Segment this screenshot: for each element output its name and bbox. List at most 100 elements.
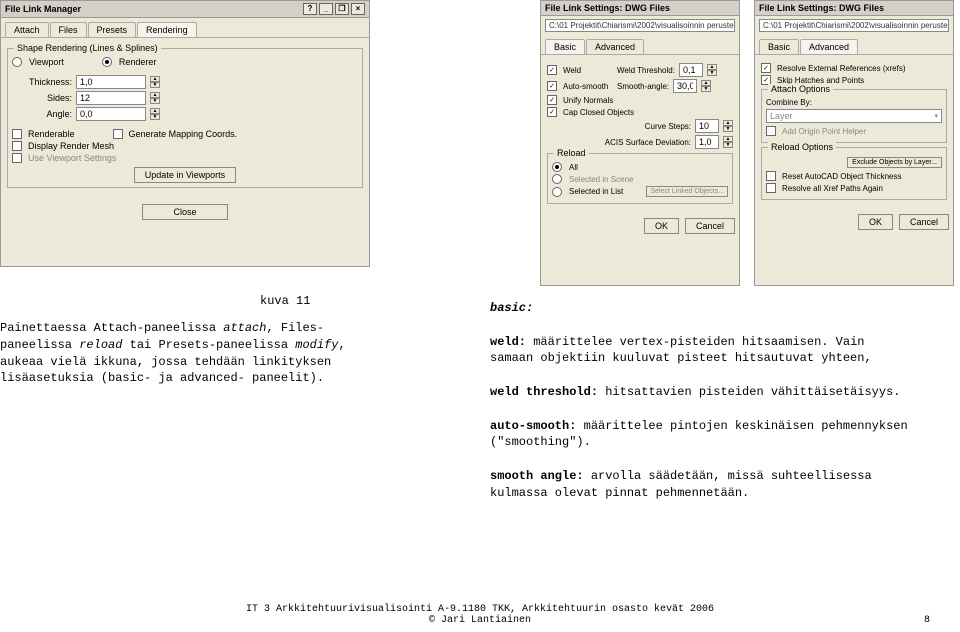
dwg2-ok-button[interactable]: OK — [858, 214, 893, 230]
spin-down-icon[interactable]: ▼ — [150, 98, 160, 104]
thickness-input[interactable] — [76, 75, 146, 89]
reload-scene-label: Selected in Scene — [569, 175, 634, 184]
resolvexref-checkbox[interactable] — [766, 183, 776, 193]
dwg2-titlebar[interactable]: File Link Settings: DWG Files — [755, 1, 953, 16]
displaymesh-label: Display Render Mesh — [28, 141, 114, 151]
tab-presets[interactable]: Presets — [88, 22, 137, 37]
addhelper-checkbox[interactable] — [766, 126, 776, 136]
spin-down-icon[interactable]: ▼ — [150, 82, 160, 88]
displaymesh-checkbox[interactable] — [12, 141, 22, 151]
usevp-checkbox[interactable] — [12, 153, 22, 163]
dwg2-path[interactable]: C:\01 Projektit\Chiarismi\2002\visualiso… — [759, 19, 949, 32]
angle-input[interactable] — [76, 107, 146, 121]
smoothang-input[interactable] — [673, 79, 697, 93]
flm-close-button[interactable]: Close — [142, 204, 227, 220]
reload-list-radio[interactable] — [552, 187, 562, 197]
dwg1-titlebar[interactable]: File Link Settings: DWG Files — [541, 1, 739, 16]
spin-down-icon[interactable]: ▼ — [707, 70, 717, 76]
dwg1-tab-advanced[interactable]: Advanced — [586, 39, 644, 54]
reset-checkbox[interactable] — [766, 171, 776, 181]
thickness-label: Thickness: — [12, 77, 72, 87]
reload-scene-radio[interactable] — [552, 174, 562, 184]
dwg-settings-advanced-dialog: File Link Settings: DWG Files C:\01 Proj… — [754, 0, 954, 286]
genmap-checkbox[interactable] — [113, 129, 123, 139]
tab-rendering[interactable]: Rendering — [137, 22, 197, 37]
dwg1-path[interactable]: C:\01 Projektit\Chiarismi\2002\visualiso… — [545, 19, 735, 32]
unify-checkbox[interactable]: ✓ — [547, 95, 557, 105]
flm-title: File Link Manager — [5, 4, 303, 14]
reload-list-label: Selected in List — [569, 187, 642, 196]
dwg-settings-basic-dialog: File Link Settings: DWG Files C:\01 Proj… — [540, 0, 740, 286]
capclosed-label: Cap Closed Objects — [563, 108, 634, 117]
update-viewports-button[interactable]: Update in Viewports — [134, 167, 236, 183]
file-link-manager-dialog: File Link Manager ? _ ❐ × Attach Files P… — [0, 0, 370, 267]
tab-attach[interactable]: Attach — [5, 22, 49, 37]
reload-options-group: Reload Options Exclude Objects by Layer.… — [761, 147, 947, 200]
dwg2-tab-advanced[interactable]: Advanced — [800, 39, 858, 54]
attach-options-title: Attach Options — [768, 84, 833, 94]
dwg2-cancel-button[interactable]: Cancel — [899, 214, 949, 230]
close-icon[interactable]: × — [351, 3, 365, 15]
reload-title: Reload — [554, 148, 589, 158]
minimize-icon[interactable]: _ — [319, 3, 333, 15]
reload-group: Reload All Selected in Scene Selected in… — [547, 153, 733, 204]
addhelper-label: Add Origin Point Helper — [782, 127, 866, 136]
weldthr-input[interactable] — [679, 63, 703, 77]
dwg1-cancel-button[interactable]: Cancel — [685, 218, 735, 234]
renderer-label: Renderer — [119, 57, 157, 67]
smoothang-label: Smooth-angle: — [617, 82, 669, 91]
weldthr-label: Weld Threshold: — [617, 66, 675, 75]
help-icon[interactable]: ? — [303, 3, 317, 15]
sides-input[interactable] — [76, 91, 146, 105]
acis-input[interactable] — [695, 135, 719, 149]
dwg1-ok-button[interactable]: OK — [644, 218, 679, 234]
footer: IT 3 Arkkitehtuurivisualisointi A-9.1180… — [0, 604, 960, 626]
restore-icon[interactable]: ❐ — [335, 3, 349, 15]
spin-down-icon[interactable]: ▼ — [701, 86, 711, 92]
viewport-radio[interactable] — [12, 57, 22, 67]
right-body-text: basic: weld: määrittelee vertex-pisteide… — [490, 300, 910, 502]
spin-down-icon[interactable]: ▼ — [723, 142, 733, 148]
weld-label: Weld — [563, 66, 613, 75]
dwg2-title: File Link Settings: DWG Files — [759, 3, 949, 13]
shape-rendering-group: Shape Rendering (Lines & Splines) Viewpo… — [7, 48, 363, 188]
sides-label: Sides: — [12, 93, 72, 103]
resolve-label: Resolve External References (xrefs) — [777, 64, 906, 73]
combine-label: Combine By: — [766, 98, 942, 107]
resolve-checkbox[interactable]: ✓ — [761, 63, 771, 73]
acis-label: ACIS Surface Deviation: — [605, 138, 691, 147]
renderable-checkbox[interactable] — [12, 129, 22, 139]
dwg1-title: File Link Settings: DWG Files — [545, 3, 735, 13]
reload-all-label: All — [569, 163, 578, 172]
viewport-label: Viewport — [29, 57, 64, 67]
usevp-label: Use Viewport Settings — [28, 153, 116, 163]
spin-down-icon[interactable]: ▼ — [723, 126, 733, 132]
autosmooth-checkbox[interactable]: ✓ — [547, 81, 557, 91]
flm-titlebar[interactable]: File Link Manager ? _ ❐ × — [1, 1, 369, 18]
renderer-radio[interactable] — [102, 57, 112, 67]
spin-down-icon[interactable]: ▼ — [150, 114, 160, 120]
page-number: 8 — [924, 615, 930, 626]
tab-files[interactable]: Files — [50, 22, 87, 37]
caption: kuva 11 — [260, 293, 310, 310]
reload-options-title: Reload Options — [768, 142, 836, 152]
exclude-button[interactable]: Exclude Objects by Layer... — [847, 157, 942, 168]
capclosed-checkbox[interactable]: ✓ — [547, 107, 557, 117]
curvesteps-label: Curve Steps: — [645, 122, 691, 131]
renderable-label: Renderable — [28, 129, 75, 139]
dwg1-tab-basic[interactable]: Basic — [545, 39, 585, 54]
flm-tabs: Attach Files Presets Rendering — [1, 18, 369, 37]
dwg2-tab-basic[interactable]: Basic — [759, 39, 799, 54]
reload-all-radio[interactable] — [552, 162, 562, 172]
genmap-label: Generate Mapping Coords. — [129, 129, 238, 139]
shape-rendering-title: Shape Rendering (Lines & Splines) — [14, 43, 161, 53]
left-body-text: Painettaessa Attach-paneelissa attach, F… — [0, 320, 370, 387]
angle-label: Angle: — [12, 109, 72, 119]
select-linked-button[interactable]: Select Linked Objects... — [646, 186, 728, 197]
unify-label: Unify Normals — [563, 96, 613, 105]
reset-label: Reset AutoCAD Object Thickness — [782, 172, 901, 181]
autosmooth-label: Auto-smooth — [563, 82, 613, 91]
weld-checkbox[interactable]: ✓ — [547, 65, 557, 75]
combine-dropdown[interactable]: Layer — [766, 109, 942, 123]
curvesteps-input[interactable] — [695, 119, 719, 133]
